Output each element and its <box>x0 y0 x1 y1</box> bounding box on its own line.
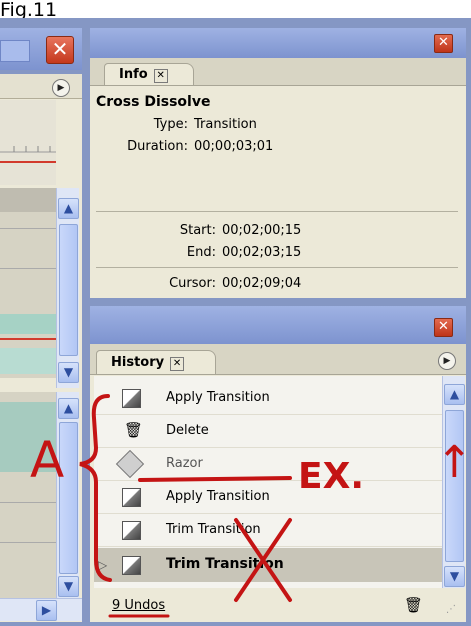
curly-brace-mark <box>79 394 112 582</box>
annotation-overlay <box>79 394 292 618</box>
annotation-arrow: ↑ <box>436 437 471 488</box>
annotation-mark-ex: EX. <box>298 456 365 497</box>
strikethrough-mark <box>138 476 292 482</box>
annotation-mark-a: A <box>30 431 65 489</box>
